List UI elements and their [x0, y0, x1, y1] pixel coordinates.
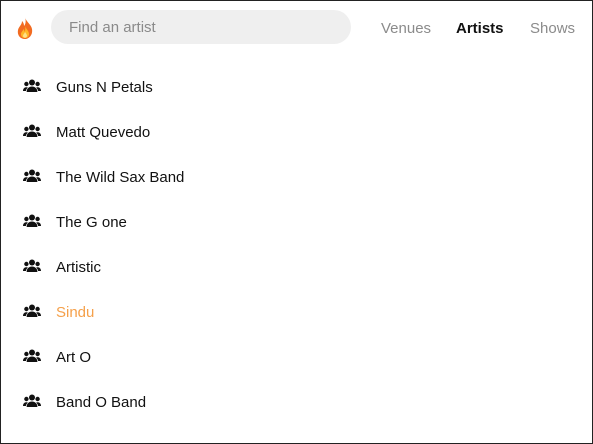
artist-name[interactable]: Guns N Petals [56, 79, 153, 96]
users-icon [23, 214, 41, 227]
artist-name[interactable]: Band O Band [56, 394, 146, 411]
users-icon [23, 349, 41, 362]
artist-name[interactable]: Matt Quevedo [56, 124, 150, 141]
users-icon [23, 79, 41, 92]
artist-list-item[interactable]: Band O Band [1, 379, 592, 424]
artist-name[interactable]: Art O [56, 349, 91, 366]
artist-name[interactable]: The G one [56, 214, 127, 231]
users-icon [23, 394, 41, 407]
artist-name[interactable]: Sindu [56, 304, 94, 321]
top-bar: Venues Artists Shows [1, 1, 592, 57]
users-icon [23, 304, 41, 317]
app-window: Venues Artists Shows Guns N Petals Matt … [0, 0, 593, 444]
artist-list-item[interactable]: Matt Quevedo [1, 109, 592, 154]
artist-list-item[interactable]: Sindu [1, 289, 592, 334]
users-icon [23, 259, 41, 272]
artist-name[interactable]: The Wild Sax Band [56, 169, 184, 186]
search-input[interactable] [51, 10, 351, 44]
users-icon [23, 124, 41, 137]
artist-list-item[interactable]: The Wild Sax Band [1, 154, 592, 199]
artist-list-item[interactable]: Artistic [1, 244, 592, 289]
artist-list-item[interactable]: Guns N Petals [1, 64, 592, 109]
artist-list-item[interactable]: Art O [1, 334, 592, 379]
nav-shows[interactable]: Shows [530, 20, 575, 38]
fire-icon[interactable] [14, 16, 36, 40]
artist-name[interactable]: Artistic [56, 259, 101, 276]
nav-artists[interactable]: Artists [456, 20, 504, 38]
artist-list: Guns N Petals Matt Quevedo The Wild Sax … [1, 64, 592, 424]
users-icon [23, 169, 41, 182]
nav-venues[interactable]: Venues [381, 20, 431, 38]
artist-list-item[interactable]: The G one [1, 199, 592, 244]
